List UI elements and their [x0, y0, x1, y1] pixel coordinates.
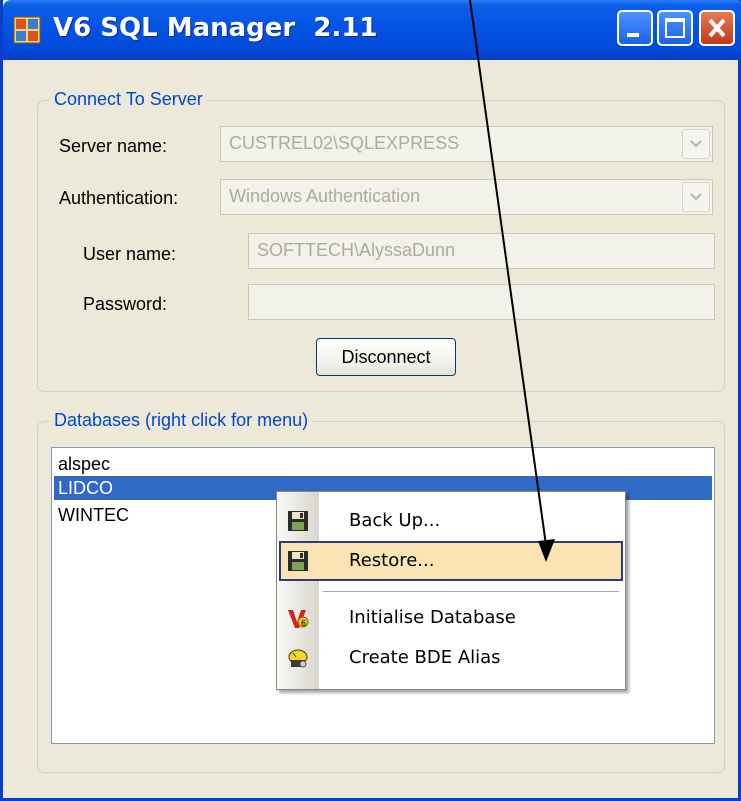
v6-logo-icon: 6: [288, 610, 309, 628]
app-window: V6 SQL Manager 2.11 Connect To Server Se…: [0, 0, 741, 801]
menu-item-create-bde-alias-label: Create BDE Alias: [349, 647, 501, 668]
authentication-dropdown-button[interactable]: [682, 182, 710, 212]
database-context-menu: Back Up... Restore... 6 Initialise Datab…: [276, 491, 626, 690]
title-bar[interactable]: V6 SQL Manager 2.11: [3, 0, 741, 60]
server-name-combo[interactable]: CUSTREL02\SQLEXPRESS: [220, 126, 713, 162]
user-name-field[interactable]: SOFTTECH\AlyssaDunn: [248, 233, 715, 269]
disconnect-label: Disconnect: [341, 347, 431, 367]
window-title: V6 SQL Manager 2.11: [53, 13, 378, 43]
minimize-icon: [627, 33, 639, 37]
maximize-button[interactable]: [657, 10, 693, 46]
server-name-dropdown-button[interactable]: [682, 129, 710, 159]
password-label: Password:: [83, 294, 168, 314]
close-button[interactable]: [699, 10, 735, 46]
floppy-disk-icon: [288, 551, 308, 571]
menu-item-back-up[interactable]: Back Up...: [279, 501, 623, 541]
menu-item-back-up-label: Back Up...: [349, 510, 441, 531]
maximize-icon: [665, 18, 685, 38]
svg-text:6: 6: [301, 619, 306, 628]
databases-group-legend: Databases (right click for menu): [50, 410, 313, 431]
chevron-down-icon: [690, 193, 702, 201]
list-item-alspec[interactable]: alspec: [54, 452, 712, 476]
authentication-label: Authentication:: [59, 188, 179, 208]
connect-group-legend: Connect To Server: [50, 89, 207, 110]
menu-separator: [323, 591, 619, 592]
server-name-label: Server name:: [59, 136, 168, 156]
minimize-button[interactable]: [617, 10, 653, 46]
menu-item-initialise-database-label: Initialise Database: [349, 607, 516, 628]
server-name-value: CUSTREL02\SQLEXPRESS: [229, 133, 460, 153]
password-field[interactable]: [248, 284, 715, 320]
menu-item-initialise-database[interactable]: 6 Initialise Database: [279, 598, 623, 638]
user-name-label: User name:: [83, 244, 177, 264]
close-icon: [708, 18, 726, 38]
chevron-down-icon: [690, 140, 702, 148]
menu-item-create-bde-alias[interactable]: Create BDE Alias: [279, 638, 623, 678]
authentication-combo[interactable]: Windows Authentication: [220, 179, 713, 215]
user-name-value: SOFTTECH\AlyssaDunn: [257, 240, 456, 260]
floppy-disk-icon: [288, 511, 308, 531]
disconnect-button[interactable]: Disconnect: [316, 338, 456, 376]
bde-alias-icon: [288, 649, 308, 668]
menu-item-restore[interactable]: Restore...: [279, 541, 623, 581]
app-icon: [13, 16, 41, 44]
menu-item-restore-label: Restore...: [349, 550, 435, 571]
authentication-value: Windows Authentication: [229, 186, 421, 206]
